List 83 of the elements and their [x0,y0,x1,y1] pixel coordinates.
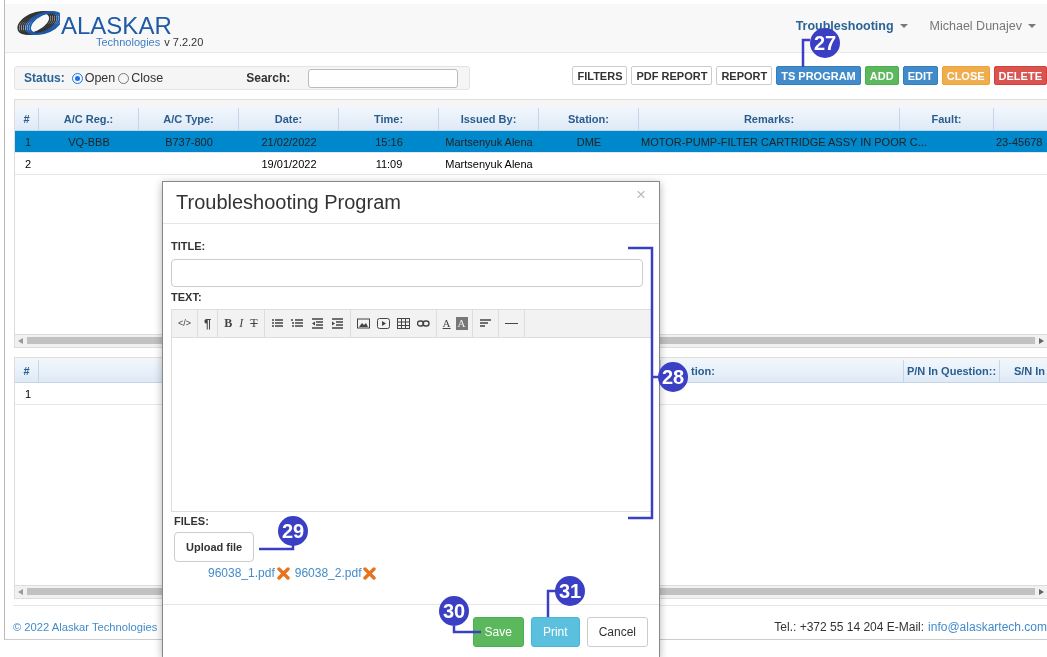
numbered-list-icon[interactable] [288,318,306,329]
logo-icon [14,8,60,38]
callout-marker: 28 [658,362,688,392]
delete-icon[interactable] [276,566,290,580]
table-cell: VQ-BBB [68,135,110,148]
action-button[interactable]: EDIT [902,66,938,85]
table-cell: 11:09 [375,157,403,170]
caret-icon [899,24,908,28]
files-label: FILES: [174,515,210,527]
column-header: P/N In Question:: [906,364,997,379]
file-link[interactable]: 96038_1.pdf [208,566,275,580]
video-icon[interactable] [374,318,392,329]
brand-subtitle: Technologies [96,36,161,48]
toolbar-button[interactable]: I [237,317,246,330]
column-header: Station: [568,112,609,127]
table-cell: 19/01/2022 [261,157,317,170]
caret-icon [1028,24,1036,28]
toolbar-button[interactable]: B [222,317,235,330]
callout-marker: 31 [555,576,585,606]
search-field[interactable] [308,68,459,88]
action-button[interactable]: DELETE [993,66,1047,85]
title-field[interactable] [171,259,643,287]
table-cell: 2 [25,157,32,170]
table-cell: MOTOR-PUMP-FILTER CARTRIDGE ASSY IN POOR C... [641,135,927,148]
table-cell: 23-45678 [996,135,1043,148]
title-label: TITLE: [171,240,207,252]
table-cell: Martsenyuk Alena [445,135,533,148]
nav-menu[interactable]: Michael Dunajev [929,19,1036,33]
status-label: Status: [24,71,65,85]
action-button[interactable]: TS PROGRAM [776,66,861,85]
callout-marker: 30 [439,596,469,626]
column-header: A/C Type: [163,112,214,127]
upload-button[interactable]: Upload file [174,532,255,562]
leader-line [452,626,481,634]
column-header: Remarks: [743,112,795,127]
table-row[interactable]: 1 VQ-BBB B737-800 21/02/2022 15:16 Martsenyuk Alena DME MOTOR-PUMP-FILTER CARTRIDGE ASSY IN POOR C... 23-45678 [15,131,1047,153]
callout-marker: 29 [278,516,308,546]
table-row[interactable]: 2 19/01/2022 11:09 Martsenyuk Alena [15,153,1047,175]
table-cell: Martsenyuk Alena [445,157,533,170]
leader-line [546,589,556,617]
radio-label: Close [131,71,164,85]
toolbar-button[interactable]: A [455,317,468,330]
action-button[interactable]: PDF REPORT [631,66,713,85]
table-cell: B737-800 [165,135,213,148]
leader-line [801,38,810,67]
file-link[interactable]: 96038_2.pdf [294,566,362,580]
leader-line [259,545,295,551]
table-cell: 1 [25,387,32,400]
column-header: Fault: [931,112,962,127]
toolbar-button[interactable]: ¶ [202,317,214,330]
column-header: Date: [274,112,303,127]
dialog-button[interactable]: Save [472,617,524,647]
column-header: S/N In [1013,364,1046,379]
action-button[interactable]: ADD [864,66,899,85]
table-cell: 15:16 [375,135,403,148]
toolbar-button[interactable]: A [440,317,453,330]
dialog-button[interactable]: Cancel [586,617,648,647]
column-header: tion: [691,364,715,379]
delete-icon[interactable] [363,566,377,580]
toolbar-button[interactable]: </> [176,317,193,330]
table-cell: 1 [25,135,32,148]
column-header: Time: [373,112,404,127]
link-icon[interactable] [414,318,432,329]
dialog-title: Troubleshooting Program [176,191,401,214]
email-link[interactable]: info@alaskartech.com [928,620,1047,634]
action-button[interactable]: FILTERS [572,66,628,85]
search-label: Search: [246,71,291,85]
copyright-text: © 2022 Alaskar Technologies [13,621,158,633]
toolbar-button[interactable]: T [248,317,260,330]
image-icon[interactable] [354,318,372,329]
column-header: Issued By: [460,112,517,127]
column-header: # [23,112,30,127]
radio-label: Open [84,71,116,85]
column-header: # [23,364,30,379]
brand-name: ALASKAR [61,14,172,38]
table-cell: 21/02/2022 [261,135,317,148]
action-button[interactable]: REPORT [716,66,773,85]
column-header: A/C Reg.: [63,112,114,127]
contact-text: Tel.: +372 55 14 204 E-Mail: [774,620,925,634]
text-label: TEXT: [171,291,203,303]
table-icon[interactable] [394,318,412,329]
version-label: v 7.2.20 [164,36,204,48]
table-cell: DME [576,135,602,148]
